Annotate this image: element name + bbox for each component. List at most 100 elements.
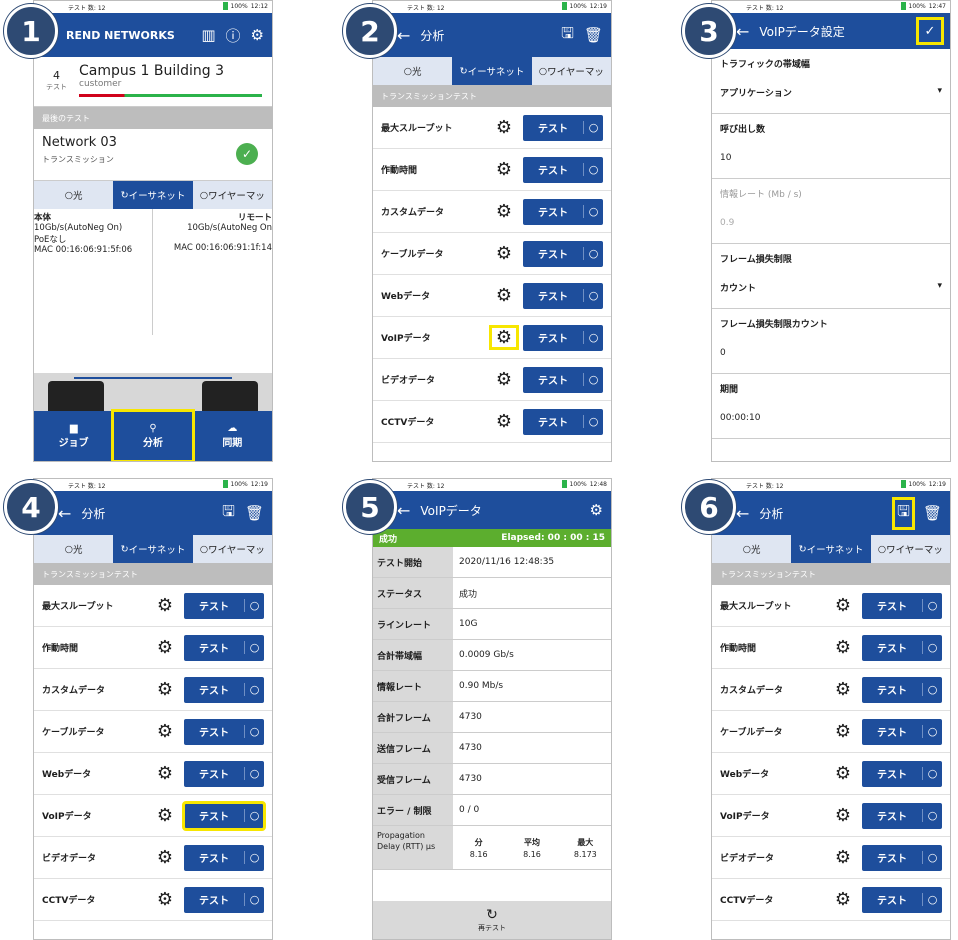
gear-icon[interactable]: ⚙	[830, 889, 856, 910]
help-icon[interactable]: ⓘ	[226, 25, 241, 46]
run-test-button[interactable]: テスト ○	[862, 592, 942, 619]
trash-icon[interactable]: 🗑	[584, 26, 603, 44]
gear-icon[interactable]: ⚙	[830, 637, 856, 658]
gear-icon[interactable]: ⚙	[830, 805, 856, 826]
tab-ethernet[interactable]: ↻ イーサネット	[452, 57, 532, 85]
frame-loss-select[interactable]: カウント ▾	[712, 267, 950, 309]
folder-icon: ▆	[69, 423, 78, 434]
trash-icon[interactable]: 🗑	[245, 504, 264, 522]
tab-ethernet[interactable]: ↻ イーサネット	[113, 181, 193, 209]
tab-ethernet[interactable]: ↻ イーサネット	[791, 535, 871, 563]
run-test-button[interactable]: テスト ○	[862, 886, 942, 913]
tab-wiremap[interactable]: ○ ワイヤーマッ	[193, 181, 272, 209]
run-test-button[interactable]: テスト ○	[184, 592, 264, 619]
gear-icon[interactable]: ⚙	[491, 159, 517, 180]
radio-icon: ○	[583, 121, 603, 134]
gear-icon[interactable]: ⚙	[152, 679, 178, 700]
back-icon[interactable]: ←	[397, 501, 410, 520]
run-test-button[interactable]: テスト ○	[862, 760, 942, 787]
test-row: 作動時間 ⚙ テスト ○	[712, 627, 950, 669]
run-test-button[interactable]: テスト ○	[184, 760, 264, 787]
gear-icon[interactable]: ⚙	[152, 595, 178, 616]
gear-icon[interactable]: ⚙	[830, 763, 856, 784]
run-test-button[interactable]: テスト ○	[862, 718, 942, 745]
back-icon[interactable]: ←	[397, 26, 410, 45]
calls-input[interactable]: 10	[712, 137, 950, 179]
bandwidth-select[interactable]: アプリケーション ▾	[712, 72, 950, 114]
gear-icon[interactable]: ⚙	[152, 847, 178, 868]
gear-icon[interactable]: ⚙	[830, 595, 856, 616]
tab-wiremap[interactable]: ○ ワイヤーマッ	[871, 535, 950, 563]
nav-jobs[interactable]: ▆ ジョブ	[34, 411, 113, 461]
gear-icon[interactable]: ⚙	[590, 501, 603, 519]
gear-icon[interactable]: ⚙	[152, 889, 178, 910]
app-header: REND NETWORKS ▥ ⓘ ⚙	[34, 13, 272, 57]
radio-icon: ○	[244, 683, 264, 696]
chart-icon[interactable]: ▥	[201, 26, 215, 44]
run-test-button[interactable]: テスト ○	[523, 324, 603, 351]
run-test-button[interactable]: テスト ○	[523, 114, 603, 141]
gear-icon[interactable]: ⚙	[830, 721, 856, 742]
run-test-button[interactable]: テスト ○	[523, 408, 603, 435]
gear-icon[interactable]: ⚙	[491, 285, 517, 306]
gear-icon[interactable]: ⚙	[491, 369, 517, 390]
gear-icon[interactable]: ⚙	[491, 243, 517, 264]
gear-icon[interactable]: ⚙	[830, 679, 856, 700]
gear-icon[interactable]: ⚙	[152, 763, 178, 784]
run-test-button[interactable]: テスト ○	[862, 802, 942, 829]
run-test-button[interactable]: テスト ○	[184, 844, 264, 871]
back-icon[interactable]: ←	[736, 504, 749, 523]
tab-fiber[interactable]: ○ 光	[712, 535, 791, 563]
run-test-button[interactable]: テスト ○	[184, 676, 264, 703]
run-test-button[interactable]: テスト ○	[523, 366, 603, 393]
gear-icon[interactable]: ⚙	[491, 411, 517, 432]
info-rate-input: 0.9	[712, 202, 950, 244]
run-test-button[interactable]: テスト ○	[523, 282, 603, 309]
test-label: 作動時間	[720, 644, 757, 654]
gear-icon[interactable]: ⚙	[489, 325, 519, 350]
tab-ethernet[interactable]: ↻ イーサネット	[113, 535, 193, 563]
brand-name: REND NETWORKS	[66, 28, 175, 42]
back-icon[interactable]: ←	[58, 504, 71, 523]
run-test-button[interactable]: テスト ○	[184, 634, 264, 661]
tab-wiremap[interactable]: ○ ワイヤーマッ	[193, 535, 272, 563]
gear-icon[interactable]: ⚙	[491, 201, 517, 222]
page-title: VoIPデータ設定	[759, 24, 845, 39]
app-header: ← 分析 🖫 🗑	[373, 13, 611, 57]
app-header: ← 分析 🖫 🗑	[34, 491, 272, 535]
save-icon[interactable]: 🖫	[892, 496, 915, 530]
run-test-button[interactable]: テスト ○	[862, 634, 942, 661]
nav-analysis[interactable]: ⚲ 分析	[111, 409, 195, 461]
project-card[interactable]: 4 テスト Campus 1 Building 3 customer	[34, 57, 272, 107]
radio-icon: ○	[244, 851, 264, 864]
save-icon[interactable]: 🖫	[222, 501, 235, 526]
last-test-item[interactable]: Network 03 トランスミッション ✓	[34, 129, 272, 181]
run-test-button[interactable]: テスト ○	[184, 718, 264, 745]
tab-wiremap[interactable]: ○ ワイヤーマッ	[532, 57, 611, 85]
run-test-button[interactable]: テスト ○	[182, 800, 266, 831]
gear-icon[interactable]: ⚙	[152, 637, 178, 658]
trash-icon[interactable]: 🗑	[923, 504, 942, 522]
tab-fiber[interactable]: ○ 光	[34, 535, 113, 563]
back-icon[interactable]: ←	[736, 22, 749, 41]
gear-icon[interactable]: ⚙	[152, 805, 178, 826]
tab-fiber[interactable]: ○ 光	[373, 57, 452, 85]
frame-loss-count-input[interactable]: 0	[712, 332, 950, 374]
confirm-check-icon[interactable]: ✓	[916, 17, 944, 45]
tab-fiber[interactable]: ○ 光	[34, 181, 113, 209]
gear-icon[interactable]: ⚙	[491, 117, 517, 138]
save-icon[interactable]: 🖫	[561, 23, 574, 48]
run-test-button[interactable]: テスト ○	[184, 886, 264, 913]
duration-input[interactable]: 00:00:10	[712, 397, 950, 439]
retest-button[interactable]: ↻ 再テスト	[373, 901, 611, 939]
run-test-button[interactable]: テスト ○	[523, 156, 603, 183]
run-test-button[interactable]: テスト ○	[523, 198, 603, 225]
run-test-button[interactable]: テスト ○	[862, 844, 942, 871]
gear-icon[interactable]: ⚙	[830, 847, 856, 868]
run-test-button[interactable]: テスト ○	[862, 676, 942, 703]
gear-icon[interactable]: ⚙	[152, 721, 178, 742]
test-label: 最大スループット	[720, 602, 792, 612]
nav-sync[interactable]: ☁ 同期	[193, 411, 272, 461]
gear-icon[interactable]: ⚙	[251, 26, 264, 44]
run-test-button[interactable]: テスト ○	[523, 240, 603, 267]
